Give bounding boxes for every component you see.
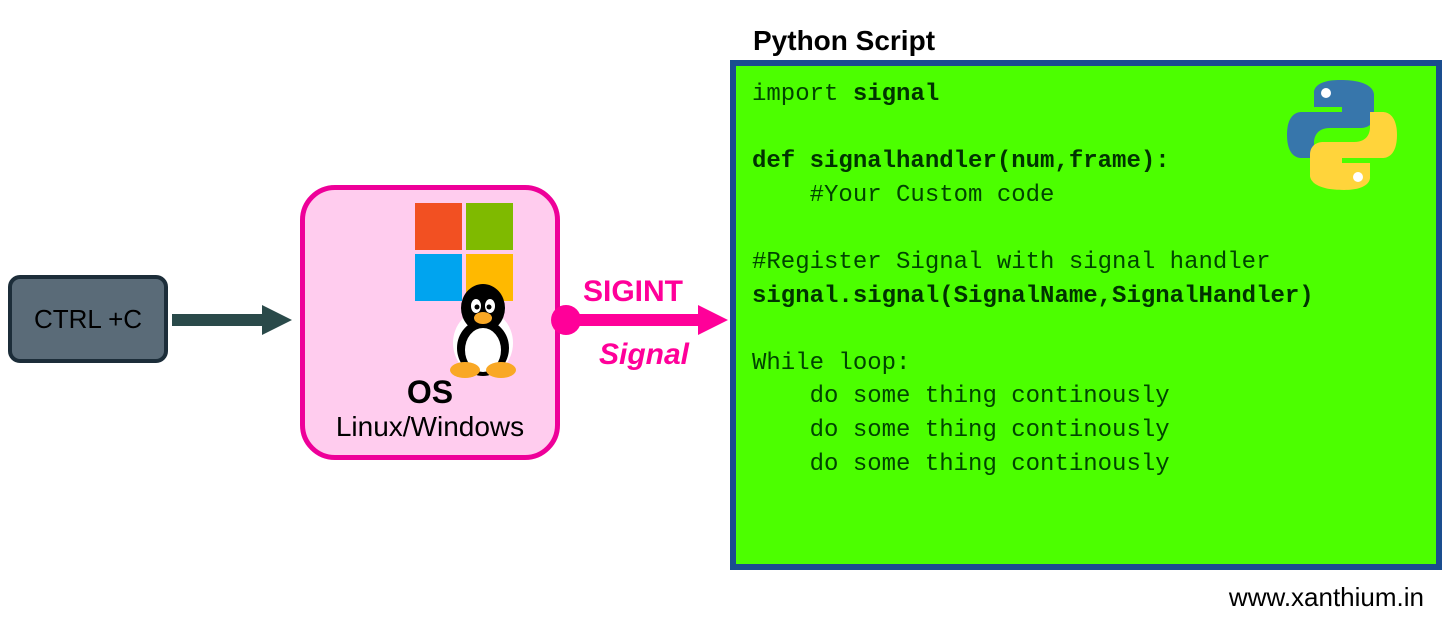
code-line-10: do some thing continously bbox=[752, 383, 1170, 410]
os-text: OS Linux/Windows bbox=[305, 374, 555, 443]
code-line-9: While loop: bbox=[752, 350, 910, 377]
arrow-to-os bbox=[172, 305, 292, 333]
os-subtitle: Linux/Windows bbox=[305, 411, 555, 443]
code-line-11: do some thing continously bbox=[752, 417, 1170, 444]
code-line-6: #Register Signal with signal handler bbox=[752, 249, 1270, 276]
code-line-1a: import bbox=[752, 81, 853, 108]
os-title: OS bbox=[305, 374, 555, 411]
ctrl-c-box: CTRL +C bbox=[8, 275, 168, 363]
signal-name: SIGINT bbox=[583, 275, 683, 309]
python-logo-icon bbox=[1282, 75, 1402, 195]
code-line-1b: signal bbox=[853, 81, 939, 108]
arrow-head-icon bbox=[262, 305, 292, 335]
signal-label: Signal bbox=[599, 338, 689, 372]
arrow-line bbox=[172, 314, 267, 326]
signal-arrow-head-icon bbox=[698, 305, 728, 335]
code-line-7: signal.signal(SignalName,SignalHandler) bbox=[752, 283, 1314, 310]
signal-line bbox=[573, 314, 703, 326]
code-line-12: do some thing continously bbox=[752, 451, 1170, 478]
script-title: Python Script bbox=[753, 25, 935, 57]
footer-url: www.xanthium.in bbox=[1229, 582, 1424, 613]
code-line-4: #Your Custom code bbox=[752, 182, 1054, 209]
code-line-3: def signalhandler(num,frame): bbox=[752, 148, 1170, 175]
linux-tux-icon bbox=[438, 278, 528, 378]
arrow-signal bbox=[563, 310, 728, 330]
ctrl-c-label: CTRL +C bbox=[34, 304, 142, 335]
